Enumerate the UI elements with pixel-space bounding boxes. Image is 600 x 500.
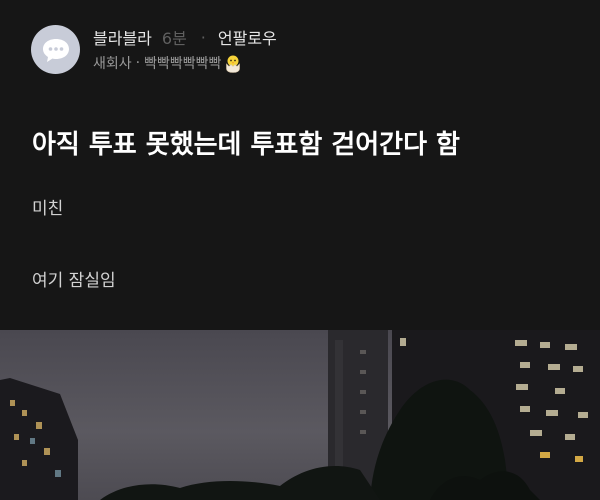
- post-body-line: 미친: [32, 199, 64, 219]
- separator-dot: ·: [200, 27, 206, 47]
- post-photo[interactable]: [0, 330, 600, 500]
- author-meta: 새회사 · 빡빡빡빡빡빡: [93, 52, 243, 74]
- time-ago: 6분: [161, 29, 187, 48]
- company-name: 새회사: [93, 56, 132, 72]
- post-body-line: 여기 잠실임: [32, 271, 116, 291]
- chat-bubble-icon: [42, 38, 69, 62]
- meta-separator: ·: [135, 55, 141, 71]
- night-apartment-photo: [0, 330, 600, 500]
- hatching-chick-icon: [226, 55, 241, 73]
- nickname-tag: 빡빡빡빡빡빡: [144, 56, 222, 72]
- avatar[interactable]: [31, 25, 80, 74]
- author-name[interactable]: 블라블라: [93, 25, 152, 49]
- unfollow-button[interactable]: 언팔로우: [218, 25, 277, 49]
- author-row: 블라블라 6분 · 언팔로우: [93, 25, 277, 49]
- post-header: 블라블라 6분 · 언팔로우 새회사 · 빡빡빡빡빡빡: [0, 0, 600, 100]
- post-title: 아직 투표 못했는데 투표함 걷어간다 함: [32, 130, 460, 160]
